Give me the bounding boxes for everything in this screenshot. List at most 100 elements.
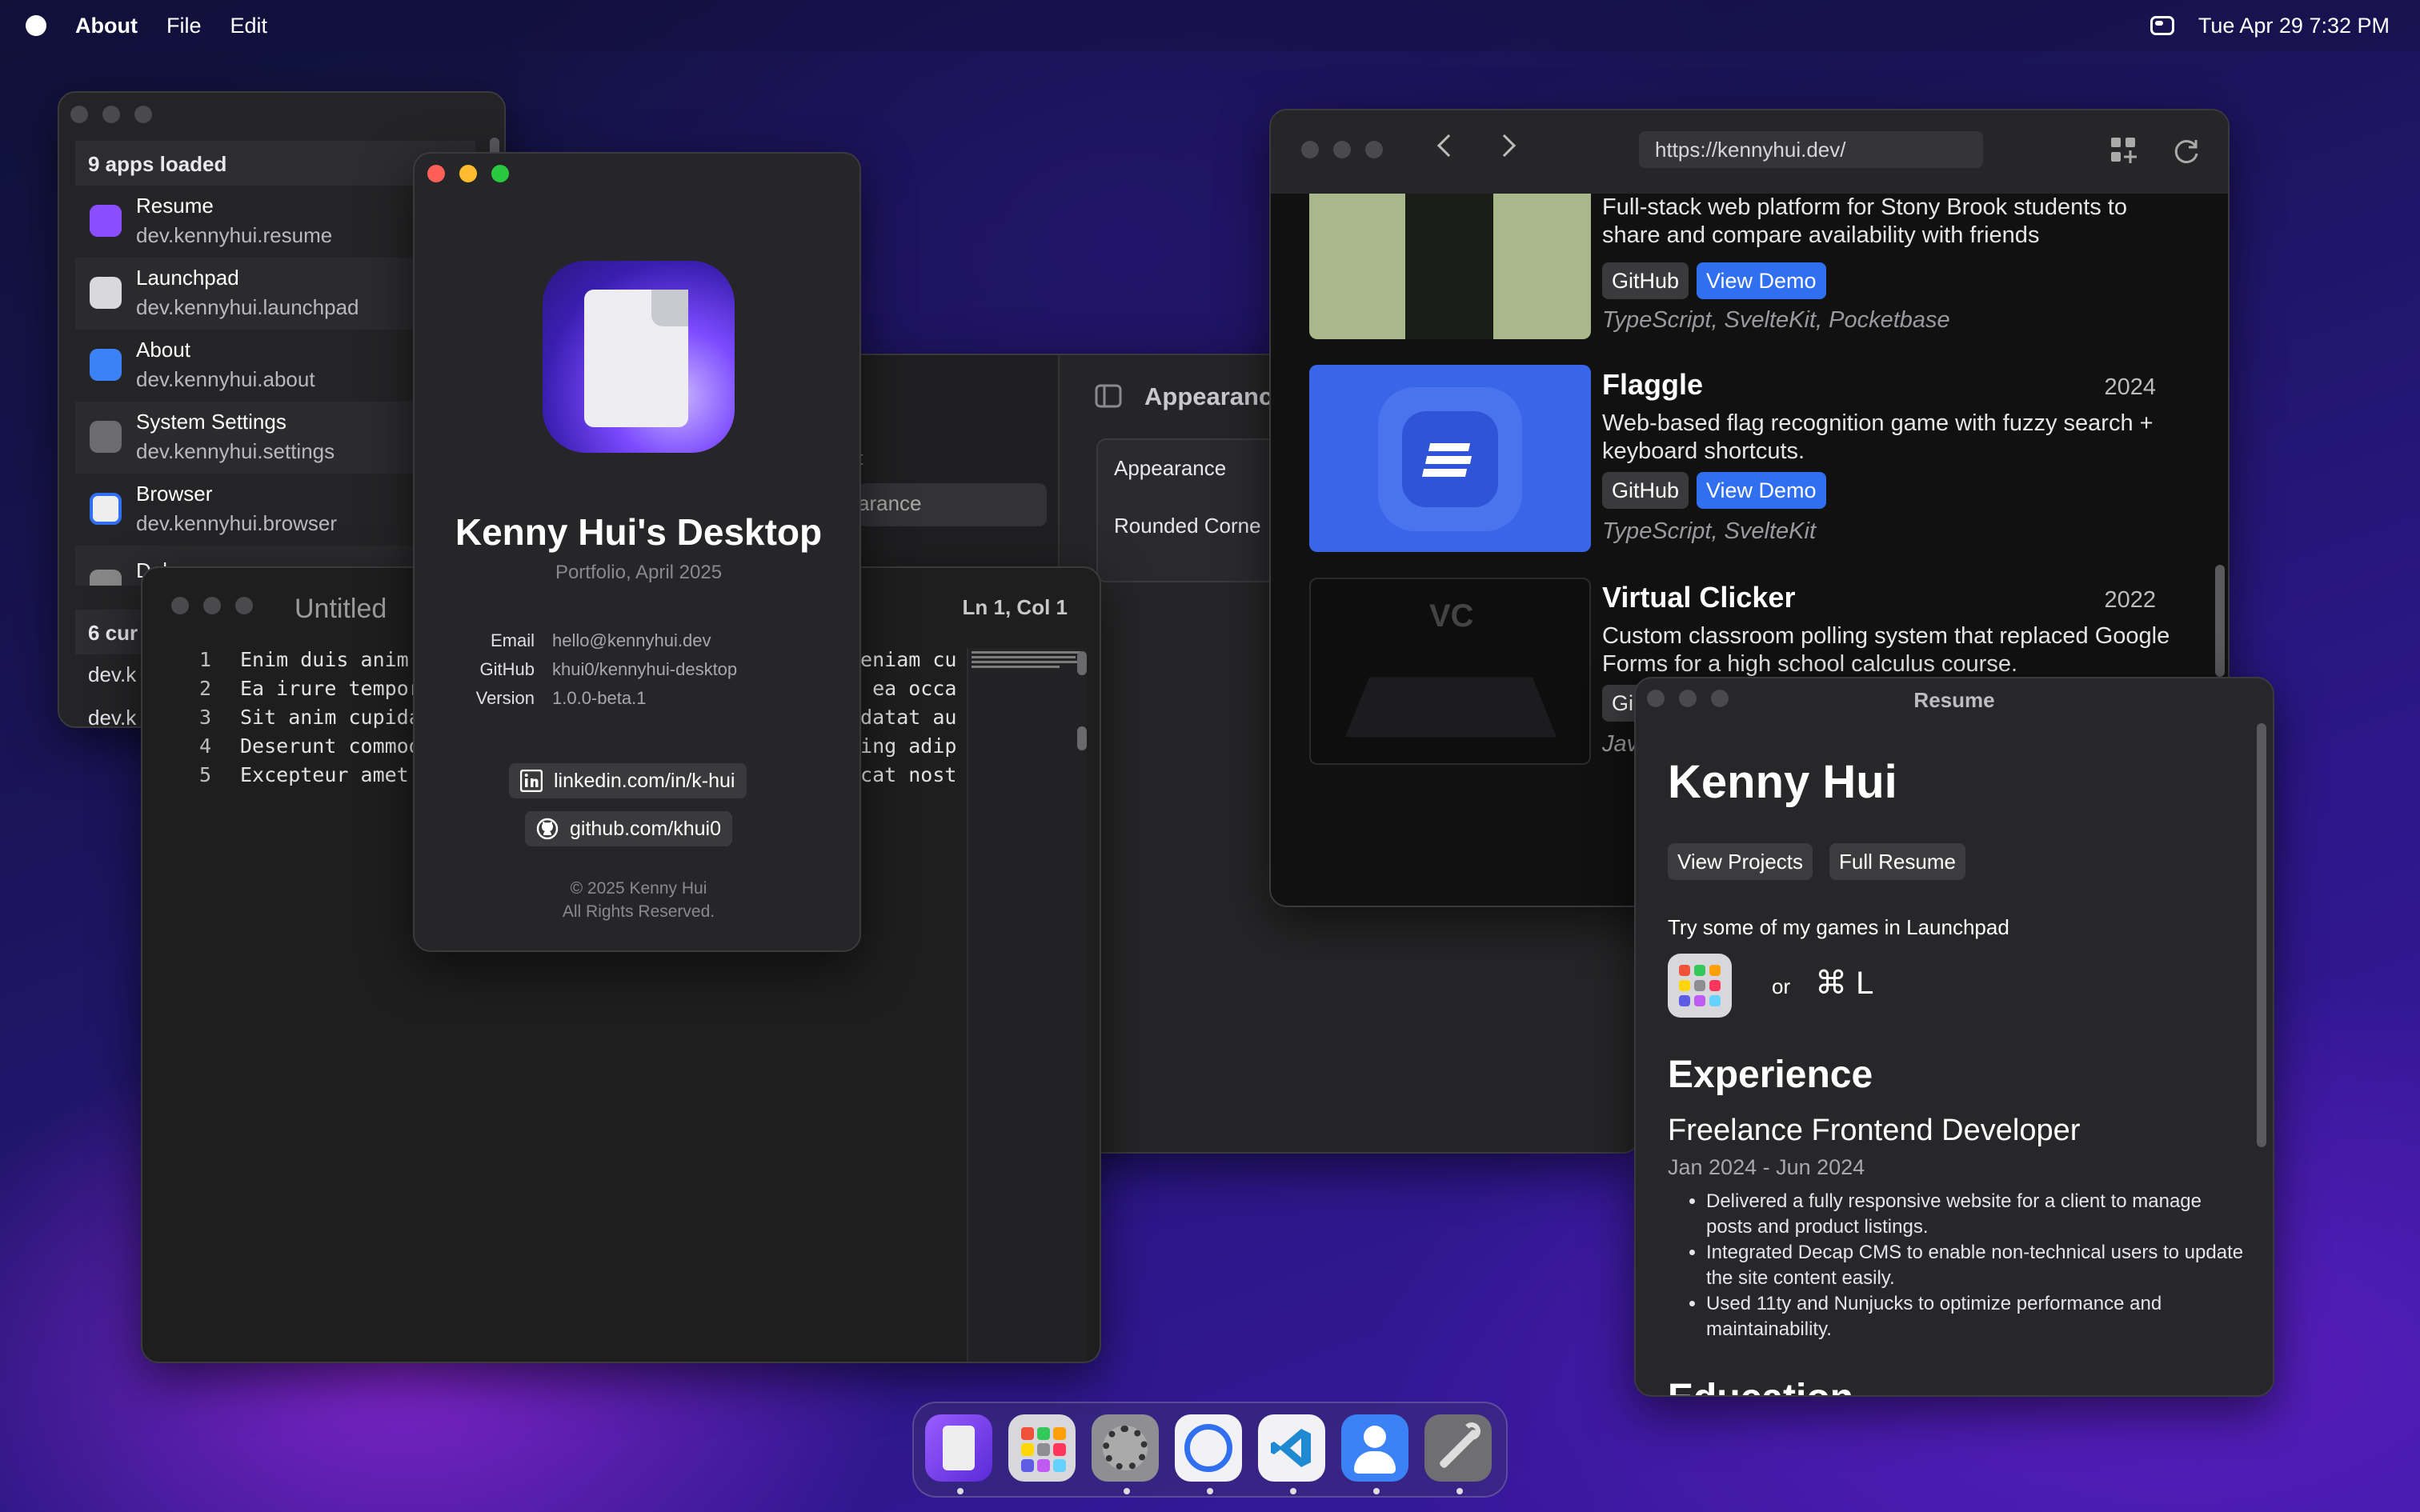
project-description: Web-based flag recognition game with fuz… [1602, 410, 2154, 464]
list-item[interactable]: dev.k [88, 706, 136, 726]
settings-row-rounded-corners[interactable]: Rounded Corne [1114, 514, 1261, 538]
minimap-line [972, 651, 1080, 654]
dock [912, 1402, 1508, 1498]
minimize-button[interactable] [203, 597, 221, 614]
line-text: Sit anim cupida [240, 706, 421, 729]
apple-menu-icon[interactable] [26, 15, 46, 36]
line-text: Ea irure tempor [240, 677, 421, 700]
browser-icon [90, 493, 122, 525]
menu-app-name[interactable]: About [75, 14, 138, 38]
list-item: Delivered a fully responsive website for… [1706, 1189, 2250, 1240]
scrollbar[interactable] [1077, 651, 1087, 675]
settings-title: Appearance [1144, 382, 1287, 410]
sidebar-toggle-icon[interactable] [1095, 384, 1122, 408]
vc-logo-icon: VC [1429, 598, 1474, 634]
scrollbar[interactable] [1077, 726, 1087, 750]
view-demo-button[interactable]: View Demo [1697, 472, 1826, 509]
dock-launchpad-icon[interactable] [1008, 1414, 1076, 1482]
scrollbar[interactable] [2215, 565, 2225, 677]
launchpad-icon [90, 277, 122, 309]
line-text: cing adip [848, 734, 957, 758]
project-title: Flaggle [1602, 368, 1704, 401]
reload-icon[interactable] [2172, 136, 2201, 165]
launchpad-icon[interactable] [1668, 954, 1732, 1018]
cursor-position: Ln 1, Col 1 [962, 595, 1068, 619]
project-card: Flaggle 2024 Web-based flag recognition … [1309, 365, 2190, 552]
debug-icon [90, 570, 122, 586]
minimize-button[interactable] [102, 106, 120, 123]
phone-preview-image [1405, 194, 1493, 339]
dock-resume-icon[interactable] [925, 1414, 992, 1482]
linkedin-link[interactable]: linkedin.com/in/k-hui [509, 763, 747, 798]
minimap[interactable] [967, 648, 1087, 1362]
line-text: Excepteur amet [240, 763, 409, 786]
sidebar-item-appearance[interactable]: arance [858, 483, 1047, 526]
running-indicator [1456, 1488, 1463, 1494]
running-indicator [957, 1488, 964, 1494]
control-center-icon[interactable] [2150, 16, 2174, 35]
github-button[interactable]: GitHub [1602, 472, 1689, 509]
version-value: 1.0.0-beta.1 [552, 688, 647, 708]
full-resume-button[interactable]: Full Resume [1829, 843, 1965, 880]
project-thumbnail: VC [1309, 578, 1591, 765]
dock-browser-icon[interactable] [1175, 1414, 1242, 1482]
keyboard-preview-image [1344, 677, 1557, 738]
new-tab-icon[interactable] [2109, 136, 2137, 163]
editor-title: Untitled [294, 594, 387, 624]
linkedin-label: linkedin.com/in/k-hui [554, 769, 735, 792]
dock-settings-icon[interactable] [1092, 1414, 1159, 1482]
forward-icon[interactable] [1492, 134, 1517, 158]
line-number: 4 [198, 734, 211, 758]
close-button[interactable] [1301, 141, 1319, 158]
menubar-clock[interactable]: Tue Apr 29 7:32 PM [2198, 14, 2390, 38]
github-link[interactable]: github.com/khui0 [525, 811, 733, 846]
running-indicator [1207, 1488, 1213, 1494]
zoom-button[interactable] [491, 165, 509, 182]
keyboard-shortcut: ⌘ L [1815, 966, 1874, 1001]
minimize-button[interactable] [459, 165, 477, 182]
project-year: 2024 [2104, 374, 2156, 400]
minimap-line [972, 666, 1060, 668]
list-item: Used 11ty and Nunjucks to optimize perfo… [1706, 1291, 2250, 1342]
scrollbar[interactable] [2257, 723, 2266, 1147]
github-label: GitHub [479, 659, 535, 679]
list-item: Integrated Decap CMS to enable non-techn… [1706, 1240, 2250, 1291]
line-number: 3 [198, 706, 211, 729]
job-title: Freelance Frontend Developer [1668, 1114, 2081, 1147]
settings-row-appearance[interactable]: Appearance [1114, 456, 1226, 481]
dock-debug-icon[interactable] [1424, 1414, 1492, 1482]
linkedin-icon [520, 770, 543, 792]
menu-file[interactable]: File [166, 14, 202, 38]
dock-vscode-icon[interactable] [1258, 1414, 1325, 1482]
back-icon[interactable] [1436, 134, 1460, 158]
zoom-button[interactable] [235, 597, 253, 614]
github-button[interactable]: GitHub [1602, 262, 1689, 299]
minimap-line [972, 661, 1082, 663]
launchpad-hint: Try some of my games in Launchpad [1668, 915, 2009, 939]
zoom-button[interactable] [1365, 141, 1383, 158]
list-item[interactable]: dev.k [88, 662, 136, 687]
url-bar[interactable]: https://kennyhui.dev/ [1639, 131, 1983, 168]
project-title: Virtual Clicker [1602, 581, 1796, 614]
resume-window: Resume Kenny Hui View Projects Full Resu… [1634, 677, 2274, 1397]
view-projects-button[interactable]: View Projects [1668, 843, 1813, 880]
dock-about-icon[interactable] [1341, 1414, 1408, 1482]
zoom-button[interactable] [134, 106, 152, 123]
minimize-button[interactable] [1333, 141, 1351, 158]
line-number: 2 [198, 677, 211, 700]
flaggle-logo-icon [1378, 387, 1522, 531]
running-indicator [1290, 1488, 1296, 1494]
info-row: Version 1.0.0-beta.1 [415, 688, 859, 712]
project-card: Full-stack web platform for Stony Brook … [1309, 194, 2190, 339]
project-thumbnail [1309, 194, 1591, 339]
close-button[interactable] [70, 106, 88, 123]
project-tags: Jav [1602, 731, 1639, 757]
resume-icon [90, 205, 122, 237]
close-button[interactable] [427, 165, 445, 182]
menu-bar: About File Edit Tue Apr 29 7:32 PM [0, 0, 2420, 51]
close-button[interactable] [171, 597, 189, 614]
project-year: 2022 [2104, 587, 2156, 613]
line-text: Deserunt commod [240, 734, 421, 758]
menu-edit[interactable]: Edit [230, 14, 267, 38]
view-demo-button[interactable]: View Demo [1697, 262, 1826, 299]
